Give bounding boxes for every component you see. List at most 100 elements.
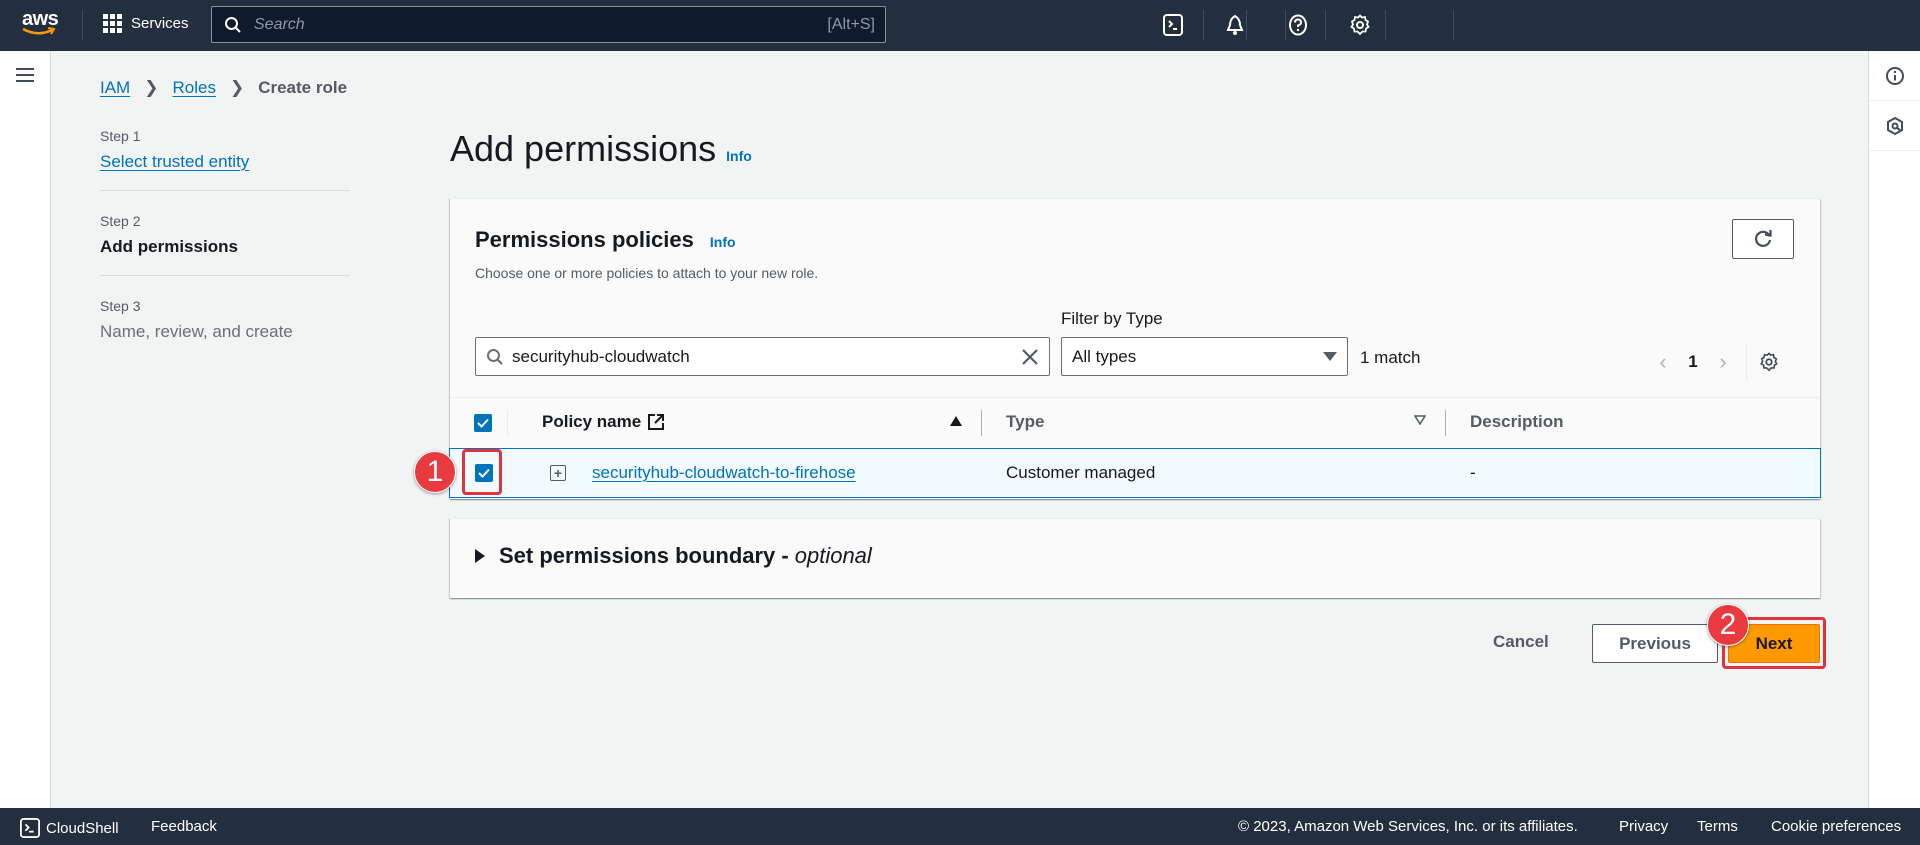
wizard-step-1: Step 1 Select trusted entity xyxy=(100,128,350,191)
footer-cookie-preferences-link[interactable]: Cookie preferences xyxy=(1771,818,1901,835)
pager-divider xyxy=(1746,343,1747,381)
footer-feedback-link[interactable]: Feedback xyxy=(151,818,217,835)
notifications-button[interactable] xyxy=(1224,14,1246,36)
sort-descending-icon[interactable] xyxy=(1414,415,1426,425)
footer-privacy-link[interactable]: Privacy xyxy=(1619,818,1668,835)
chevron-right-icon: ❯ xyxy=(229,78,245,97)
refresh-button[interactable] xyxy=(1732,219,1794,259)
step-select-trusted-entity-link[interactable]: Select trusted entity xyxy=(100,152,350,172)
step-number: Step 3 xyxy=(100,298,141,314)
breadcrumb-roles[interactable]: Roles xyxy=(172,78,215,98)
settings-gear-icon xyxy=(1350,14,1370,36)
aws-logo[interactable]: aws xyxy=(22,9,62,40)
panel-header: Permissions policies Info xyxy=(475,227,736,253)
global-search-input[interactable]: Search [Alt+S] xyxy=(211,6,886,43)
info-panel-button[interactable] xyxy=(1869,51,1920,101)
permissions-policies-panel: Permissions policies Info Choose one or … xyxy=(449,198,1821,499)
search-icon xyxy=(487,348,503,365)
side-navigation-collapsed xyxy=(0,51,51,808)
policy-table-header: Policy name Type Description xyxy=(450,397,1820,447)
previous-button[interactable]: Previous xyxy=(1592,624,1718,663)
help-button[interactable] xyxy=(1287,14,1309,36)
cancel-button[interactable]: Cancel xyxy=(1493,632,1549,652)
permissions-boundary-panel: Set permissions boundary - optional xyxy=(450,518,1820,598)
column-header-description[interactable]: Description xyxy=(1470,412,1564,432)
next-page-icon[interactable]: › xyxy=(1708,349,1738,375)
nav-divider xyxy=(1385,10,1386,40)
external-link-icon xyxy=(648,414,665,430)
pagination: ‹ 1 › xyxy=(1648,343,1779,381)
breadcrumb-current: Create role xyxy=(258,78,348,97)
step-number: Step 2 xyxy=(100,213,141,229)
search-placeholder: Search xyxy=(254,15,305,33)
nav-divider xyxy=(1285,10,1286,40)
help-icon xyxy=(1289,14,1307,36)
search-icon xyxy=(225,16,241,33)
nav-divider xyxy=(1246,10,1247,40)
nav-divider xyxy=(1325,10,1326,40)
search-shortcut: [Alt+S] xyxy=(827,15,875,33)
cloudshell-button[interactable] xyxy=(1162,14,1184,36)
footer-copyright: © 2023, Amazon Web Services, Inc. or its… xyxy=(1238,818,1578,835)
services-menu-button[interactable]: Services xyxy=(103,14,189,33)
expand-row-button[interactable]: + xyxy=(550,465,566,481)
annotation-highlight-checkbox xyxy=(462,449,502,495)
wizard-step-2: Step 2 Add permissions xyxy=(100,213,350,276)
info-icon xyxy=(1885,66,1904,85)
chevron-right-icon: ❯ xyxy=(144,78,159,97)
page-number[interactable]: 1 xyxy=(1678,352,1708,372)
open-navigation-button[interactable] xyxy=(16,68,34,82)
table-row[interactable]: + securityhub-cloudwatch-to-firehose Cus… xyxy=(449,448,1821,498)
page-info-link[interactable]: Info xyxy=(726,148,752,164)
caret-down-icon xyxy=(1323,352,1337,361)
boundary-optional-label: optional xyxy=(794,543,872,568)
permissions-boundary-expander[interactable]: Set permissions boundary - optional xyxy=(475,543,872,569)
policy-name-cell: securityhub-cloudwatch-to-firehose xyxy=(592,463,856,483)
settings-button[interactable] xyxy=(1349,14,1371,36)
panel-description: Choose one or more policies to attach to… xyxy=(475,265,819,281)
checkmark-icon xyxy=(477,418,489,428)
column-divider[interactable] xyxy=(981,410,982,436)
nav-divider xyxy=(82,10,83,40)
footer-cloudshell-button[interactable]: CloudShell xyxy=(20,818,119,838)
policy-search-input[interactable]: securityhub-cloudwatch xyxy=(475,337,1050,376)
cloudshell-icon xyxy=(1163,14,1183,36)
policies-info-link[interactable]: Info xyxy=(710,234,736,250)
search-value: securityhub-cloudwatch xyxy=(512,346,690,366)
column-divider xyxy=(507,410,508,436)
annotation-badge-1: 1 xyxy=(414,451,456,493)
refresh-icon xyxy=(1755,230,1772,247)
breadcrumb: IAM ❯ Roles ❯ Create role xyxy=(100,78,347,98)
breadcrumb-iam[interactable]: IAM xyxy=(100,78,130,98)
wizard-step-3: Step 3 Name, review, and create xyxy=(100,298,350,360)
cloudshell-icon xyxy=(20,818,40,838)
nav-divider xyxy=(1453,10,1454,40)
tools-panel-collapsed xyxy=(1868,51,1920,808)
select-all-checkbox[interactable] xyxy=(474,414,492,432)
resources-panel-button[interactable] xyxy=(1869,101,1920,151)
sort-ascending-icon[interactable] xyxy=(950,416,962,426)
match-count: 1 match xyxy=(1360,348,1421,367)
step-number: Step 1 xyxy=(100,128,141,144)
column-header-policy-name[interactable]: Policy name xyxy=(542,412,665,432)
plus-square-icon: + xyxy=(550,465,566,481)
policy-type-cell: Customer managed xyxy=(1006,463,1156,482)
nav-divider xyxy=(1203,10,1204,40)
column-header-type[interactable]: Type xyxy=(1006,412,1044,432)
top-navigation: aws Services Search [Alt+S] xyxy=(0,0,1920,51)
filter-by-type-label: Filter by Type xyxy=(1061,309,1163,328)
policy-name-link[interactable]: securityhub-cloudwatch-to-firehose xyxy=(592,463,856,482)
filter-type-select[interactable]: All types xyxy=(1061,337,1348,376)
hamburger-menu-icon xyxy=(16,68,34,70)
notifications-bell-icon xyxy=(1226,14,1244,35)
boundary-title: Set permissions boundary - xyxy=(499,543,789,568)
table-preferences-gear-icon[interactable] xyxy=(1759,352,1779,372)
clear-search-icon[interactable] xyxy=(1021,348,1039,366)
column-divider[interactable] xyxy=(1445,410,1446,436)
wizard-steps: Step 1 Select trusted entity Step 2 Add … xyxy=(100,128,350,382)
annotation-badge-2: 2 xyxy=(1707,604,1749,646)
footer-terms-link[interactable]: Terms xyxy=(1697,818,1738,835)
services-grid-icon xyxy=(103,14,122,33)
previous-page-icon[interactable]: ‹ xyxy=(1648,349,1678,375)
policy-description-cell: - xyxy=(1470,463,1476,482)
